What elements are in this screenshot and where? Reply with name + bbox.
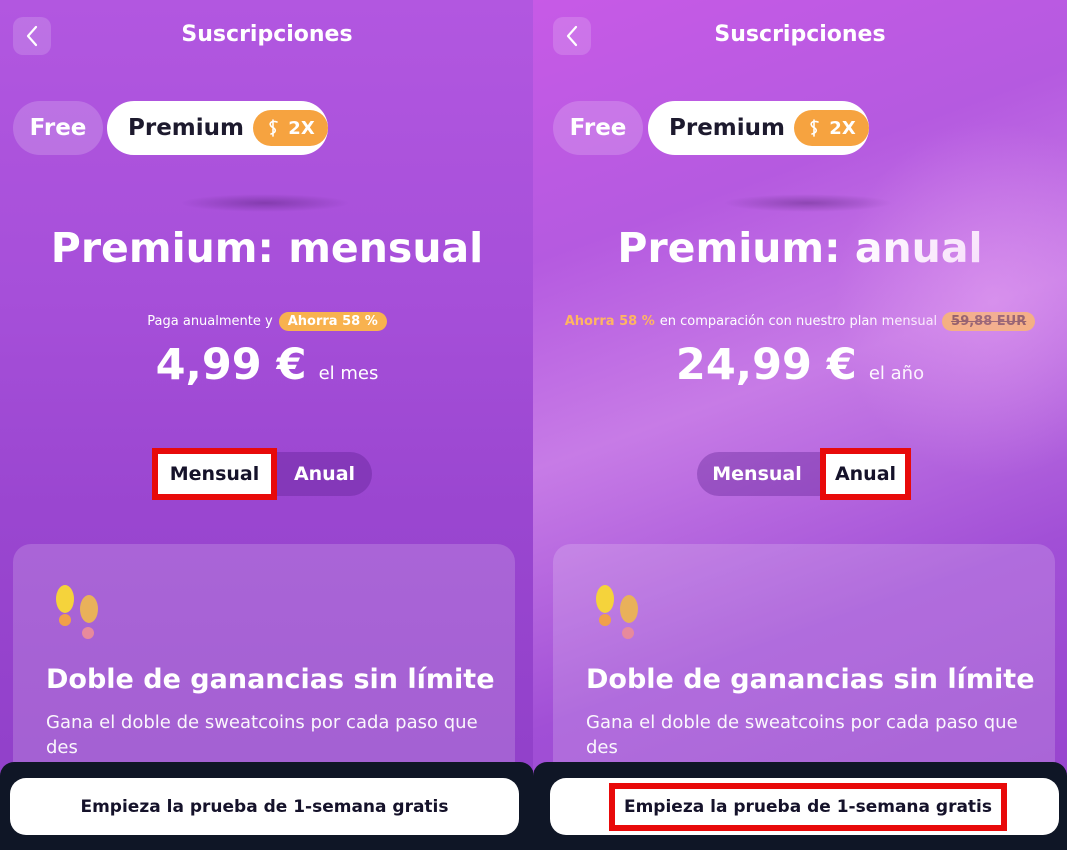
tier-premium-tab[interactable]: Premium 2X: [107, 101, 328, 155]
old-price: 59,88 EUR: [951, 314, 1027, 329]
screen-monthly: Suscripciones Free Premium 2X Premium: m…: [0, 0, 534, 850]
toggle-monthly[interactable]: Mensual: [697, 452, 817, 496]
plan-shadow: [723, 194, 893, 212]
savings-highlight: Ahorra 58 %: [564, 314, 655, 329]
toggle-monthly[interactable]: Mensual: [158, 452, 271, 496]
footprints-icon: [596, 585, 638, 639]
plan-title: Premium: mensual: [50, 224, 484, 272]
tier-free-tab[interactable]: Free: [13, 101, 103, 155]
feature-title: Doble de ganancias sin límite: [586, 664, 1035, 695]
multiplier-badge: 2X: [794, 110, 869, 146]
multiplier-text: 2X: [288, 117, 315, 139]
toggle-annual[interactable]: Anual: [826, 452, 905, 496]
promo-text: en comparación con nuestro plan mensual: [659, 314, 938, 329]
price-row: 4,99 € el mes: [0, 340, 534, 390]
start-trial-button[interactable]: Empieza la prueba de 1-semana gratis: [550, 778, 1059, 835]
savings-badge: Ahorra 58 %: [278, 312, 387, 331]
old-price-badge: 59,88 EUR: [942, 312, 1036, 331]
tier-premium-label: Premium: [669, 115, 785, 141]
billing-toggle: Mensual Anual: [697, 448, 911, 500]
plan-title: Premium: anual: [617, 224, 983, 272]
feature-description: Gana el doble de sweatcoins por cada pas…: [586, 712, 1018, 758]
sweatcoin-icon: [810, 119, 820, 137]
sweatcoin-icon: [269, 119, 279, 137]
tier-premium-tab[interactable]: Premium 2X: [648, 101, 869, 155]
bottom-bar: Empieza la prueba de 1-semana gratis: [0, 762, 534, 850]
start-trial-label: Empieza la prueba de 1-semana gratis: [623, 797, 993, 817]
price-period: el mes: [318, 363, 379, 384]
tier-free-tab[interactable]: Free: [553, 101, 643, 155]
promo-line: Paga anualmente y Ahorra 58 %: [0, 312, 534, 331]
start-trial-button[interactable]: Empieza la prueba de 1-semana gratis: [10, 778, 519, 835]
footprints-icon: [56, 585, 98, 639]
page-title: Suscripciones: [714, 22, 886, 47]
promo-line: Ahorra 58 % en comparación con nuestro p…: [533, 312, 1067, 331]
promo-text: Paga anualmente y: [147, 314, 273, 329]
cta-highlight: Empieza la prueba de 1-semana gratis: [609, 783, 1007, 831]
toggle-annual[interactable]: Anual: [277, 452, 372, 496]
page-title: Suscripciones: [181, 22, 353, 47]
feature-description: Gana el doble de sweatcoins por cada pas…: [46, 712, 478, 758]
price-row: 24,99 € el año: [533, 340, 1067, 390]
billing-toggle: Mensual Anual: [152, 448, 372, 500]
multiplier-text: 2X: [829, 117, 856, 139]
price-amount: 4,99 €: [155, 340, 307, 390]
price-amount: 24,99 €: [675, 340, 857, 390]
multiplier-badge: 2X: [253, 110, 328, 146]
plan-shadow: [180, 194, 350, 212]
screen-annual: Suscripciones Free Premium 2X Premium: a…: [533, 0, 1067, 850]
price-period: el año: [868, 363, 925, 384]
tier-premium-label: Premium: [128, 115, 244, 141]
feature-title: Doble de ganancias sin límite: [46, 664, 495, 695]
bottom-bar: Empieza la prueba de 1-semana gratis: [533, 762, 1067, 850]
